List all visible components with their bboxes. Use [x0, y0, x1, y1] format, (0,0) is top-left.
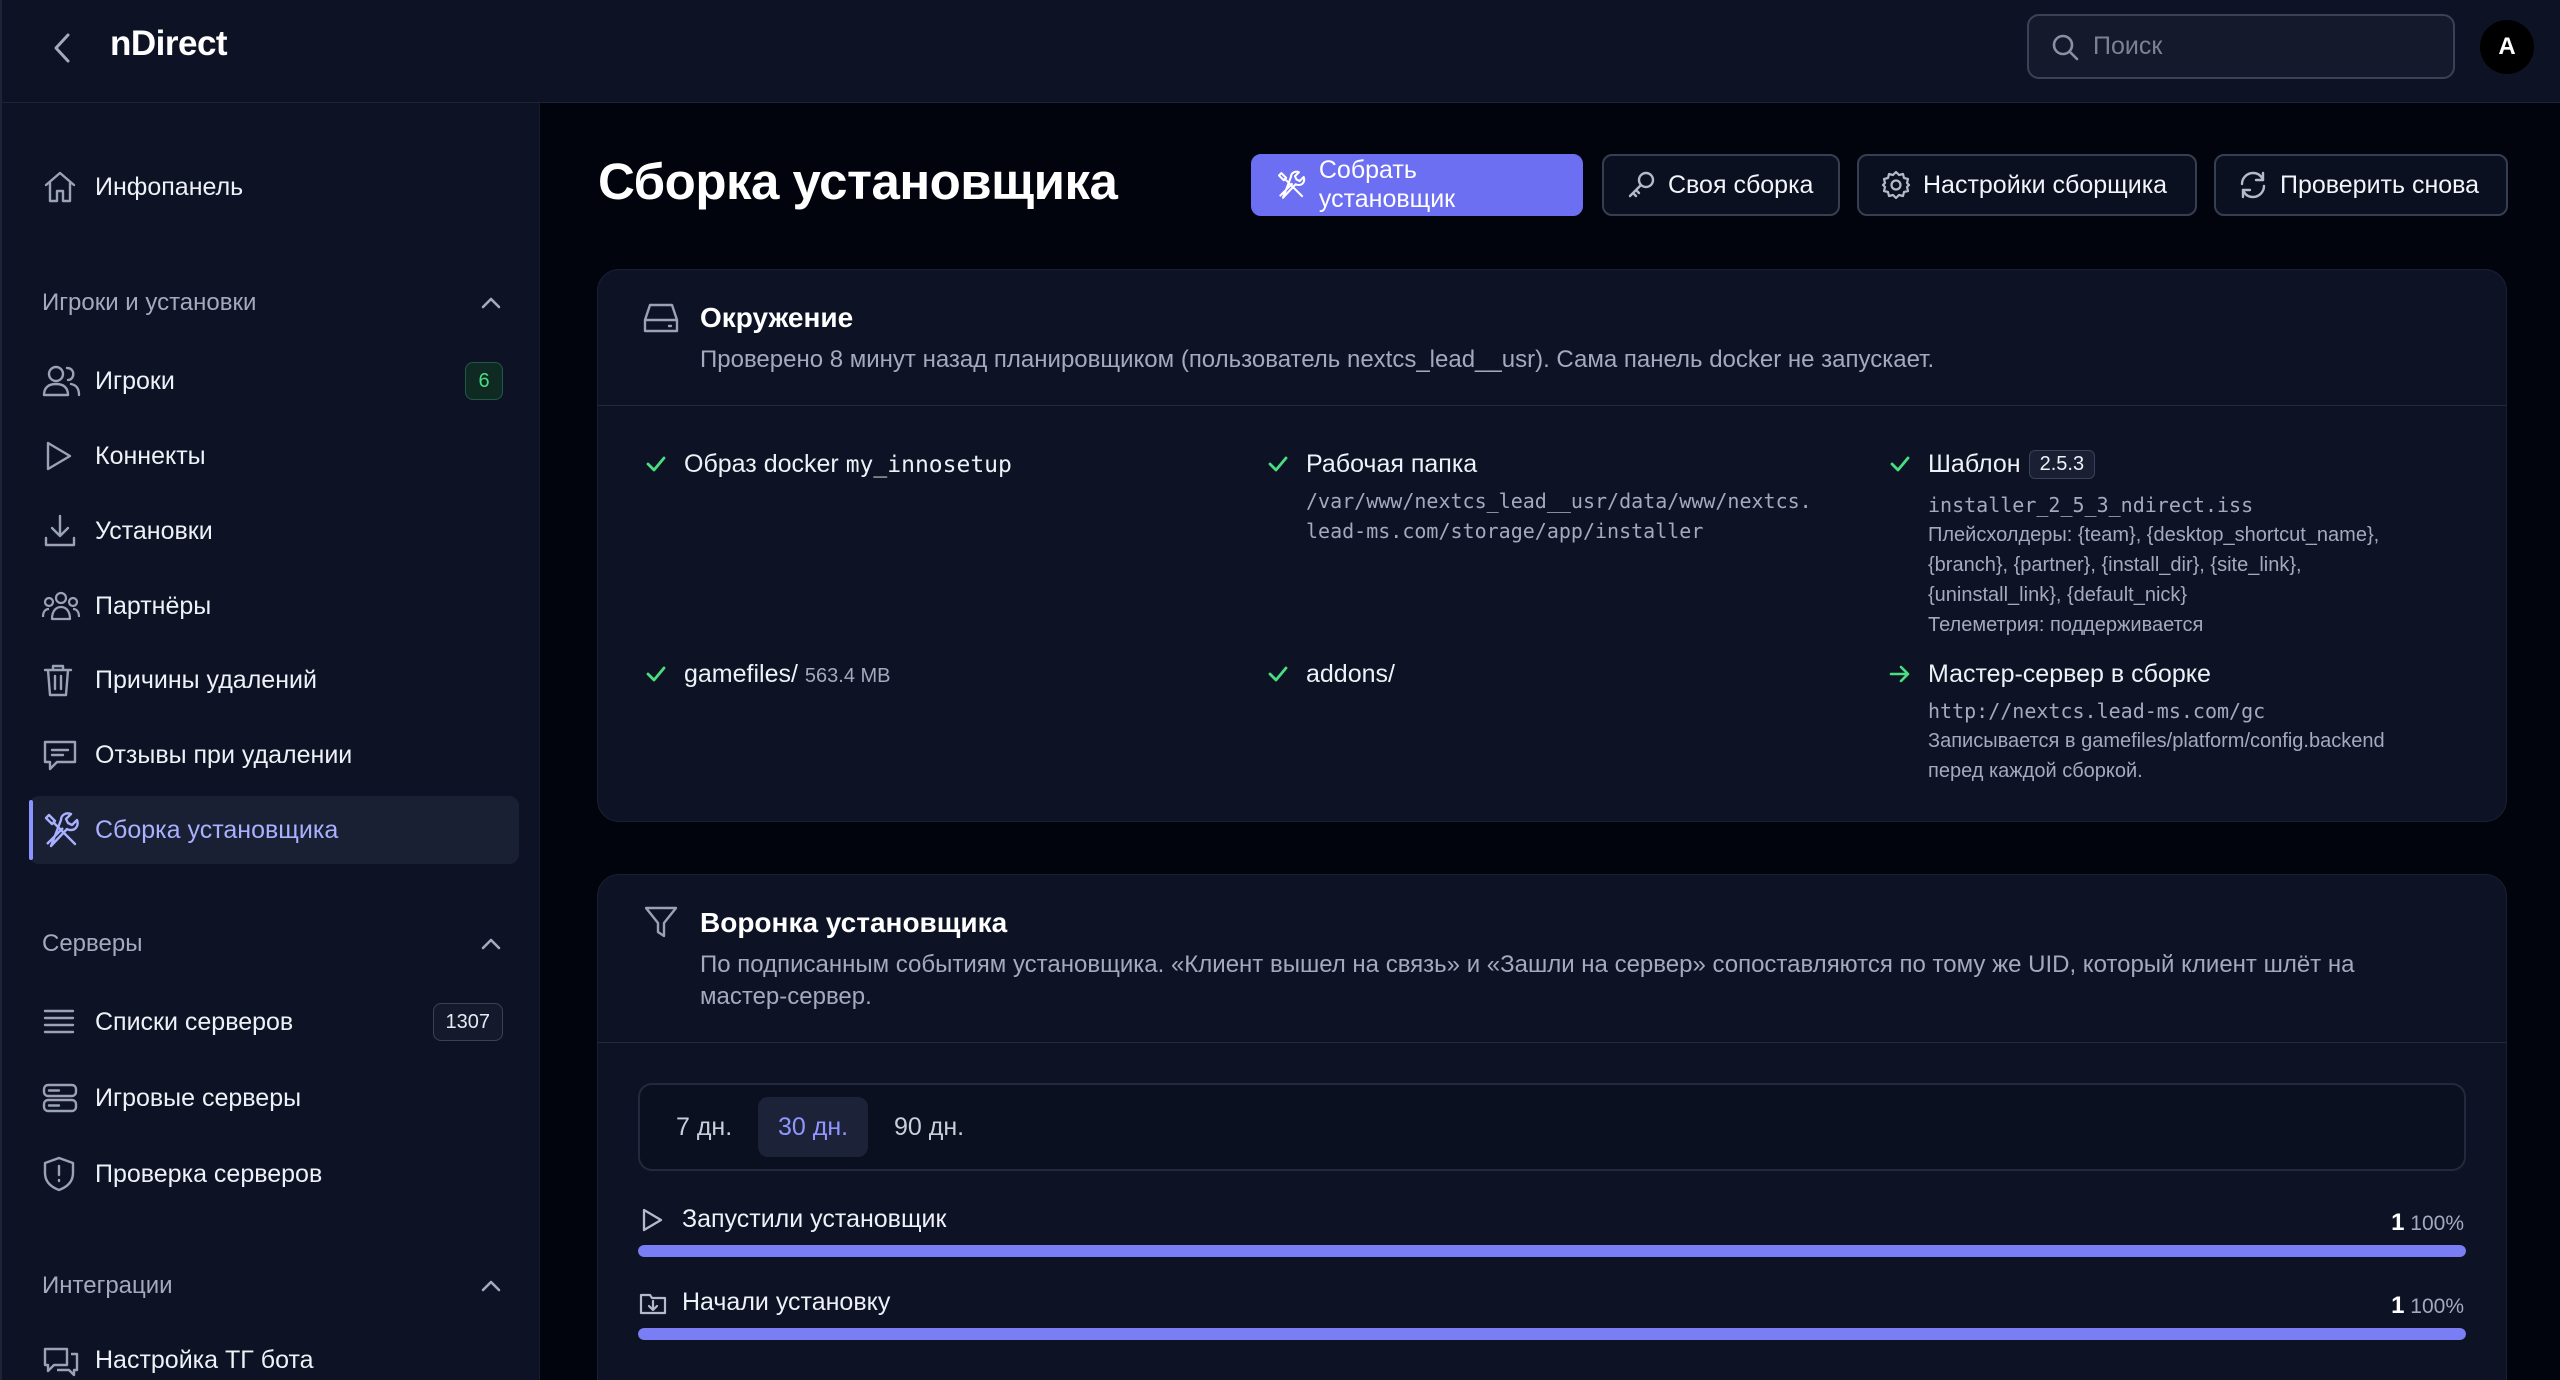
section-header-players[interactable]: Игроки и установки [42, 283, 502, 323]
sidebar-item-tg-bot[interactable]: Настройка ТГ бота [29, 1326, 519, 1380]
search-box[interactable] [2027, 14, 2455, 79]
sidebar: Инфопанель Игроки и установки Игроки 6 К… [0, 103, 540, 1380]
size-label: 563.4 MB [804, 665, 891, 687]
gear-icon [1881, 170, 1911, 200]
env-workdir: Рабочая папка /var/www/nextcs_lead__usr/… [1266, 450, 1846, 550]
telemetry-note: Телеметрия: поддерживается [1928, 614, 2204, 636]
card-title: Воронка установщика [700, 907, 1008, 938]
search-icon [2052, 34, 2079, 60]
check-icon [1266, 662, 1290, 686]
funnel-row: Запустили установщик 1 100% [638, 1205, 2466, 1265]
sidebar-item-label: Инфопанель [95, 172, 244, 201]
custom-build-button[interactable]: Своя сборка [1602, 154, 1840, 216]
card-subtitle-continued: мастер-сервер. [700, 983, 872, 1010]
check-icon [644, 662, 668, 686]
sidebar-item-label: Причины удалений [95, 665, 317, 694]
sidebar-item-uninstall-feedback[interactable]: Отзывы при удалении [29, 721, 519, 789]
play-icon [29, 434, 95, 478]
user-avatar[interactable]: A [2480, 20, 2534, 74]
sidebar-item-label: Партнёры [95, 591, 212, 620]
section-header-integrations[interactable]: Интеграции [42, 1266, 502, 1306]
tab-90-days[interactable]: 90 дн. [874, 1097, 984, 1157]
top-bar: nDirect A [0, 0, 2560, 103]
download-icon [29, 509, 95, 553]
card-subtitle: По подписанным событиям установщика. «Кл… [700, 951, 2355, 978]
env-docker-image: Образ docker my_innosetup [644, 450, 1224, 490]
env-template: Шаблон 2.5.3 installer_2_5_3_ndirect.iss … [1888, 450, 2488, 650]
sidebar-item-dashboard[interactable]: Инфопанель [29, 153, 519, 221]
card-title: Окружение [700, 302, 854, 333]
section-header-servers[interactable]: Серверы [42, 924, 502, 964]
sidebar-item-label: Проверка серверов [95, 1159, 323, 1188]
chevron-up-icon [481, 1280, 501, 1292]
sidebar-item-server-check[interactable]: Проверка серверов [29, 1140, 519, 1208]
period-tabs: 7 дн. 30 дн. 90 дн. [638, 1083, 2466, 1171]
sidebar-item-players[interactable]: Игроки 6 [29, 347, 519, 415]
sidebar-item-label: Отзывы при удалении [95, 740, 353, 769]
version-badge: 2.5.3 [2028, 450, 2096, 479]
check-icon [1266, 452, 1290, 476]
progress-fill [638, 1245, 2466, 1257]
key-icon [1628, 171, 1655, 198]
sidebar-item-connects[interactable]: Коннекты [29, 422, 519, 490]
sidebar-item-label: Списки серверов [95, 1007, 294, 1036]
sidebar-item-label: Настройка ТГ бота [95, 1345, 314, 1374]
server-icon [29, 1076, 95, 1120]
card-header [598, 270, 2506, 406]
list-icon [29, 1000, 95, 1044]
count-badge: 6 [465, 362, 503, 400]
tools-icon [29, 808, 95, 852]
progress-bar [638, 1328, 2466, 1340]
chevron-left-icon [54, 33, 70, 63]
refresh-icon [2240, 171, 2266, 199]
builder-settings-button[interactable]: Настройки сборщика [1857, 154, 2197, 216]
sidebar-item-partners[interactable]: Партнёры [29, 572, 519, 640]
env-addons: addons/ [1266, 660, 1846, 700]
card-subtitle: Проверено 8 минут назад планировщиком (п… [700, 346, 1935, 373]
recheck-button[interactable]: Проверить снова [2214, 154, 2508, 216]
message-icon [29, 733, 95, 777]
chevron-up-icon [481, 938, 501, 950]
sidebar-item-installs[interactable]: Установки [29, 497, 519, 565]
search-input[interactable] [2093, 32, 2433, 61]
sidebar-item-label: Сборка установщика [95, 815, 339, 844]
progress-fill [638, 1328, 2466, 1340]
tab-7-days[interactable]: 7 дн. [656, 1097, 752, 1157]
chevron-up-icon [481, 297, 501, 309]
count-badge: 1307 [432, 1003, 503, 1041]
env-master-server: Мастер-сервер в сборке http://nextcs.lea… [1888, 660, 2488, 790]
shield-icon [29, 1152, 95, 1196]
drive-icon [642, 300, 680, 336]
env-gamefiles: gamefiles/ 563.4 MB [644, 660, 1224, 700]
tools-icon [1277, 170, 1306, 199]
sidebar-item-label: Коннекты [95, 441, 206, 470]
app-title: nDirect [110, 24, 228, 63]
trash-icon [29, 658, 95, 702]
build-installer-button[interactable]: Собрать установщик [1251, 154, 1583, 216]
tab-30-days[interactable]: 30 дн. [758, 1097, 869, 1157]
home-icon [29, 165, 95, 209]
funnel-row: Начали установку 1 100% [638, 1288, 2466, 1348]
environment-card: Окружение Проверено 8 минут назад планир… [597, 269, 2507, 822]
arrow-right-icon [1888, 662, 1912, 686]
sidebar-item-uninstall-reasons[interactable]: Причины удалений [29, 646, 519, 714]
sidebar-item-label: Игроки [95, 366, 175, 395]
play-icon [638, 1205, 666, 1235]
back-button[interactable] [42, 28, 82, 68]
install-box-icon [638, 1288, 668, 1318]
check-icon [644, 452, 668, 476]
filter-icon [642, 903, 680, 941]
users-icon [29, 359, 95, 403]
sidebar-item-game-servers[interactable]: Игровые серверы [29, 1064, 519, 1132]
page-title: Сборка установщика [598, 153, 1118, 210]
chat-icon [29, 1338, 95, 1380]
progress-bar [638, 1245, 2466, 1257]
check-icon [1888, 452, 1912, 476]
sidebar-item-label: Установки [95, 516, 213, 545]
partners-icon [29, 584, 95, 628]
sidebar-item-server-lists[interactable]: Списки серверов 1307 [29, 988, 519, 1056]
funnel-card: Воронка установщика По подписанным событ… [597, 874, 2507, 1380]
sidebar-item-label: Игровые серверы [95, 1083, 302, 1112]
sidebar-item-installer-build[interactable]: Сборка установщика [29, 796, 519, 864]
